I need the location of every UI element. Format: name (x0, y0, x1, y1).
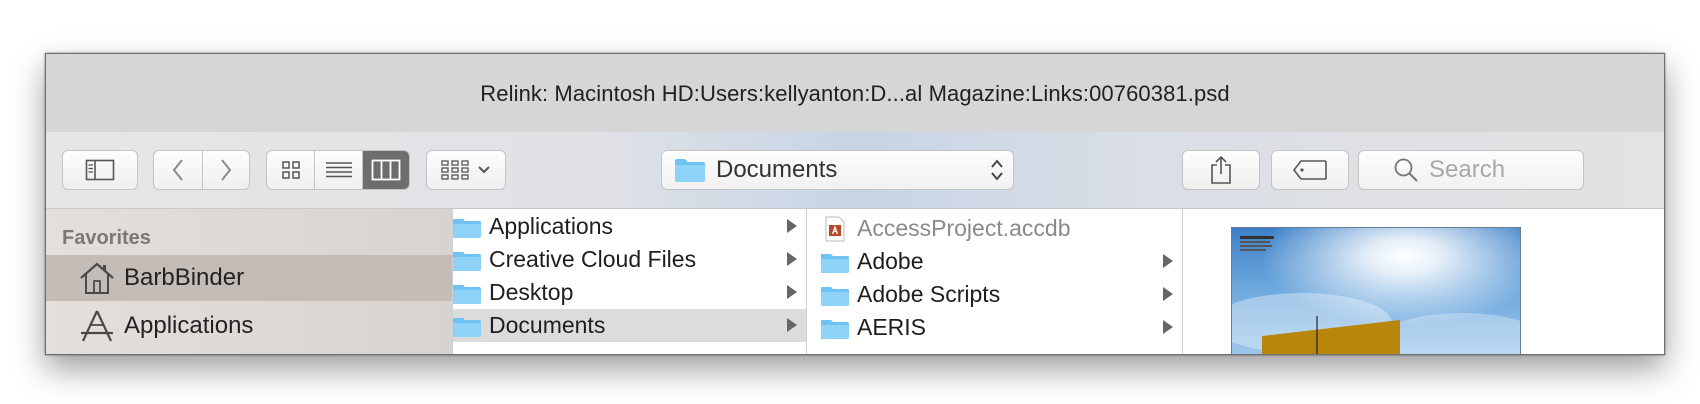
folder-icon (675, 159, 705, 182)
chevron-left-icon (172, 159, 183, 181)
folder-icon (821, 250, 849, 274)
icon-view-button[interactable] (267, 151, 314, 189)
item-name: AERIS (857, 314, 927, 340)
disclosure-arrow-icon (1163, 320, 1173, 334)
list-item-accessproject[interactable]: AccessProject.accdb (807, 212, 1183, 245)
folder-icon (821, 283, 849, 307)
arrange-grid-icon (441, 160, 469, 180)
item-name: Documents (489, 312, 606, 338)
folder-icon (453, 248, 481, 272)
item-name: Adobe (857, 248, 924, 274)
item-name: AccessProject.accdb (857, 215, 1071, 241)
window-title: Relink: Macintosh HD:Users:kellyanton:D.… (480, 81, 1230, 106)
disclosure-arrow-icon (1163, 254, 1173, 268)
tag-icon (1292, 160, 1327, 180)
disclosure-arrow-icon (787, 219, 797, 233)
toolbar: Documents Search (46, 132, 1664, 209)
applications-icon (78, 307, 116, 345)
search-icon (1394, 158, 1418, 182)
preview-image (1232, 228, 1520, 354)
item-name: Applications (489, 213, 614, 239)
sidebar-item-applications[interactable]: Applications (46, 303, 452, 349)
item-name: Adobe Scripts (857, 281, 1001, 307)
view-mode-group (266, 150, 410, 190)
sidebar-item-label: Applications (124, 312, 254, 339)
title-bar: Relink: Macintosh HD:Users:kellyanton:D.… (46, 54, 1664, 132)
column-1: Applications Creative Cloud Files Deskto… (452, 209, 807, 354)
disclosure-arrow-icon (787, 252, 797, 266)
item-name: Creative Cloud Files (489, 246, 697, 272)
arrange-button[interactable] (426, 150, 506, 190)
sidebar: Favorites BarbBinder Applications (46, 209, 452, 354)
chevron-down-icon (478, 166, 490, 174)
folder-icon (453, 281, 481, 305)
disclosure-arrow-icon (787, 318, 797, 332)
grid-icon (281, 161, 300, 179)
search-placeholder: Search (1429, 156, 1506, 183)
preview-thumbnail (1231, 227, 1521, 354)
folder-icon (453, 215, 481, 239)
columns-icon (371, 159, 401, 181)
list-view-button[interactable] (314, 151, 361, 189)
browser-content: Favorites BarbBinder Applications Applic… (46, 209, 1664, 354)
disclosure-arrow-icon (1163, 287, 1173, 301)
list-item-adobe[interactable]: Adobe (807, 245, 1183, 278)
column-view-button[interactable] (361, 151, 409, 189)
list-icon (325, 162, 352, 178)
disclosure-arrow-icon (787, 285, 797, 299)
sidebar-icon (85, 159, 115, 181)
preview-column (1182, 209, 1664, 354)
search-input[interactable]: Search (1358, 150, 1584, 190)
back-button[interactable] (154, 151, 202, 189)
list-item-applications[interactable]: Applications (453, 210, 807, 243)
list-item-aeris[interactable]: AERIS (807, 311, 1183, 344)
chevron-right-icon (220, 159, 232, 181)
list-item-desktop[interactable]: Desktop (453, 276, 807, 309)
updown-chevron-icon (991, 159, 1003, 181)
path-popup-label: Documents (716, 156, 838, 183)
share-icon (1211, 155, 1231, 184)
tags-button[interactable] (1271, 150, 1349, 190)
forward-button[interactable] (201, 151, 250, 189)
home-icon (78, 259, 116, 297)
sidebar-heading-favorites: Favorites (62, 227, 151, 249)
folder-icon (453, 314, 481, 338)
folder-icon (821, 316, 849, 340)
sidebar-toggle-button[interactable] (62, 150, 138, 190)
access-file-icon (821, 216, 849, 241)
list-item-creative-cloud-files[interactable]: Creative Cloud Files (453, 243, 807, 276)
list-item-documents[interactable]: Documents (453, 309, 807, 342)
relink-dialog-window: Relink: Macintosh HD:Users:kellyanton:D.… (45, 53, 1665, 355)
path-popup-button[interactable]: Documents (661, 150, 1014, 190)
sidebar-item-barbbinder[interactable]: BarbBinder (46, 255, 452, 301)
item-name: Desktop (489, 279, 574, 305)
back-forward-group (153, 150, 250, 190)
sidebar-item-label: BarbBinder (124, 264, 245, 291)
list-item-adobe-scripts[interactable]: Adobe Scripts (807, 278, 1183, 311)
share-button[interactable] (1182, 150, 1260, 190)
column-2: AccessProject.accdb Adobe Adobe Scripts (806, 209, 1183, 354)
